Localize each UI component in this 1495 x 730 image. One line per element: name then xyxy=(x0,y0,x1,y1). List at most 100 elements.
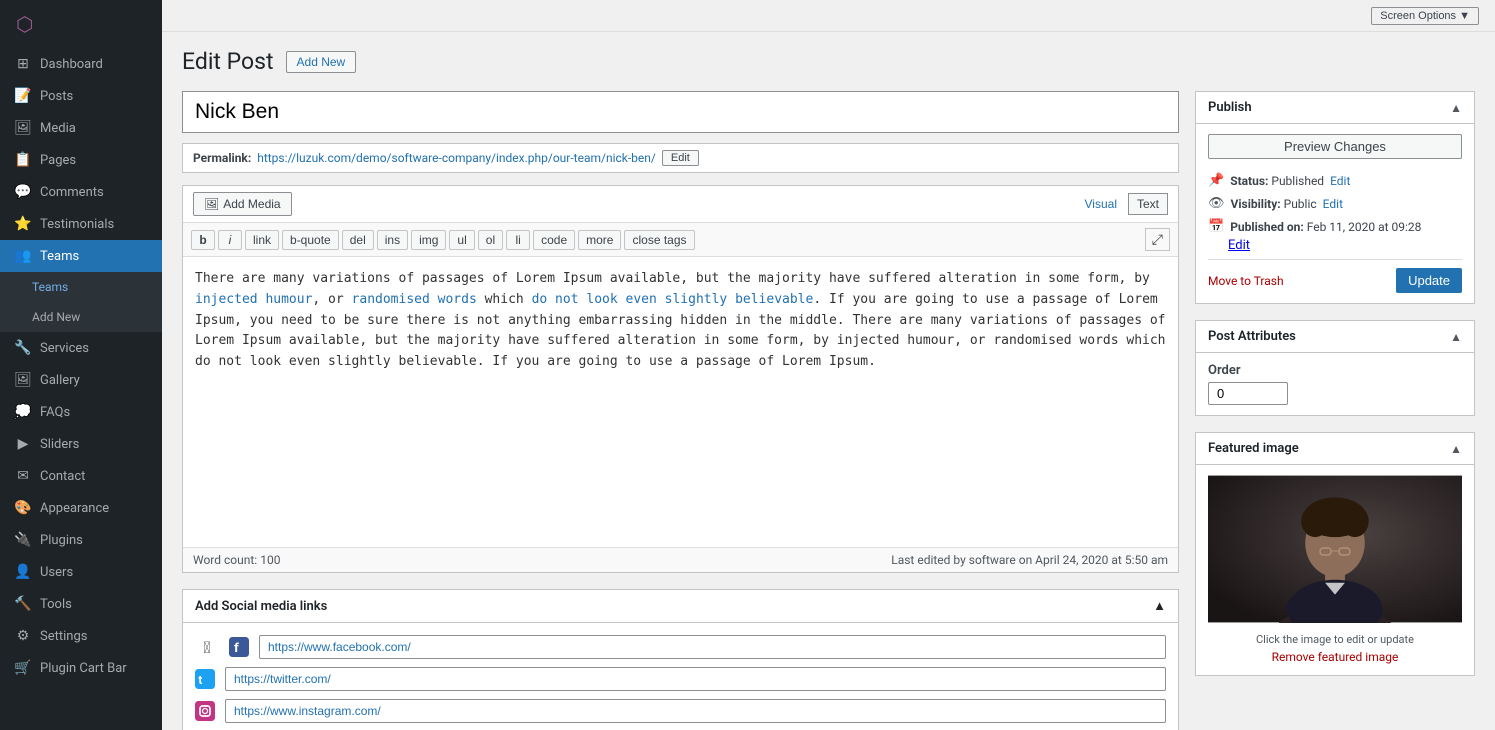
sidebar-item-plugins[interactable]: 🔌 Plugins xyxy=(0,524,162,556)
code-button[interactable]: code xyxy=(533,230,575,250)
featured-image-svg xyxy=(1208,475,1462,623)
screen-options-button[interactable]: Screen Options ▼ xyxy=(1371,7,1479,25)
close-tags-button[interactable]: close tags xyxy=(624,230,694,250)
visibility-row: 👁 Visibility: Public Edit xyxy=(1208,192,1462,215)
visual-tab[interactable]: Visual xyxy=(1076,193,1126,215)
sliders-icon: ▶ xyxy=(14,436,32,452)
update-button[interactable]: Update xyxy=(1396,268,1462,293)
fullscreen-button[interactable]: ⤢ xyxy=(1145,228,1170,251)
posts-icon: 📝 xyxy=(14,88,32,104)
bquote-button[interactable]: b-quote xyxy=(282,230,339,250)
sidebar-item-tools[interactable]: 🔨 Tools xyxy=(0,588,162,620)
ol-button[interactable]: ol xyxy=(478,230,503,250)
ul-button[interactable]: ul xyxy=(449,230,474,250)
sidebar-item-testimonials[interactable]: ⭐ Testimonials xyxy=(0,208,162,240)
ins-button[interactable]: ins xyxy=(377,230,408,250)
editor-text: There are many variations of passages of… xyxy=(195,271,1166,369)
publish-panel: Publish ▲ Preview Changes 📌 Status: Publ… xyxy=(1195,91,1475,304)
twitter-input[interactable] xyxy=(225,667,1166,691)
featured-image-header[interactable]: Featured image ▲ xyxy=(1196,433,1474,465)
sidebar-item-gallery[interactable]: 🖼 Gallery xyxy=(0,364,162,396)
sidebar-item-posts[interactable]: 📝 Posts xyxy=(0,80,162,112)
add-media-button[interactable]: 🖼 Add Media xyxy=(193,192,292,216)
calendar-icon: 📅 xyxy=(1208,219,1224,234)
permalink-bar: Permalink: https://luzuk.com/demo/softwa… xyxy=(182,143,1179,173)
more-button[interactable]: more xyxy=(578,230,621,250)
instagram-svg-icon xyxy=(195,701,215,721)
status-edit-link[interactable]: Edit xyxy=(1330,174,1350,188)
sidebar-logo: ⬡ xyxy=(0,0,162,48)
word-count-label: Word count: 100 xyxy=(193,553,280,567)
status-icon: 📌 xyxy=(1208,173,1224,188)
content-area: Edit Post Add New Permalink: https://luz… xyxy=(162,32,1495,730)
svg-text:t: t xyxy=(198,673,202,687)
move-to-trash-link[interactable]: Move to Trash xyxy=(1208,274,1284,288)
remove-featured-image-link[interactable]: Remove featured image xyxy=(1272,650,1399,664)
published-edit-link[interactable]: Edit xyxy=(1228,238,1250,253)
sidebar-item-dashboard[interactable]: ⊞ Dashboard xyxy=(0,48,162,80)
featured-image-description: Click the image to edit or update xyxy=(1208,633,1462,646)
sidebar-item-teams-all[interactable]: Teams xyxy=(0,272,162,302)
permalink-edit-button[interactable]: Edit xyxy=(662,150,699,166)
status-row: 📌 Status: Published Edit xyxy=(1208,169,1462,192)
last-edited: Last edited by software on April 24, 202… xyxy=(891,553,1168,567)
post-attributes-content: Order xyxy=(1196,353,1474,415)
order-label: Order xyxy=(1208,363,1462,378)
contact-icon: ✉ xyxy=(14,468,32,484)
publish-panel-content: Preview Changes 📌 Status: Published Edit… xyxy=(1196,124,1474,303)
sidebar-item-contact[interactable]: ✉ Contact xyxy=(0,460,162,492)
sidebar: ⬡ ⊞ Dashboard 📝 Posts 🖼 Media 📋 Pages 💬 … xyxy=(0,0,162,730)
post-attributes-chevron-icon: ▲ xyxy=(1450,330,1462,344)
img-button[interactable]: img xyxy=(411,230,446,250)
status-label: Status: Published xyxy=(1230,174,1324,188)
preview-changes-button[interactable]: Preview Changes xyxy=(1208,134,1462,159)
instagram-row xyxy=(195,699,1166,723)
teams-submenu: Teams Add New xyxy=(0,272,162,332)
add-new-button[interactable]: Add New xyxy=(286,51,357,73)
bold-button[interactable]: b xyxy=(191,230,215,250)
social-media-content:  f t P xyxy=(183,623,1178,730)
publish-panel-header[interactable]: Publish ▲ xyxy=(1196,92,1474,124)
sidebar-item-media[interactable]: 🖼 Media xyxy=(0,112,162,144)
sidebar-item-appearance[interactable]: 🎨 Appearance xyxy=(0,492,162,524)
del-button[interactable]: del xyxy=(342,230,374,250)
publish-chevron-icon: ▲ xyxy=(1450,101,1462,115)
featured-image-panel: Featured image ▲ xyxy=(1195,432,1475,676)
twitter-svg-icon: t xyxy=(195,669,215,689)
visibility-edit-link[interactable]: Edit xyxy=(1323,197,1343,211)
social-media-header[interactable]: Add Social media links ▲ xyxy=(183,590,1178,623)
italic-button[interactable]: i xyxy=(218,230,242,250)
post-attributes-header[interactable]: Post Attributes ▲ xyxy=(1196,321,1474,353)
sidebar-item-plugin-cart-bar[interactable]: 🛒 Plugin Cart Bar xyxy=(0,652,162,684)
sidebar-item-users[interactable]: 👤 Users xyxy=(0,556,162,588)
published-row: 📅 Published on: Feb 11, 2020 at 09:28 xyxy=(1208,215,1462,238)
sidebar-item-pages[interactable]: 📋 Pages xyxy=(0,144,162,176)
li-button[interactable]: li xyxy=(506,230,530,250)
sidebar-item-teams-add-new[interactable]: Add New xyxy=(0,302,162,332)
sidebar-item-comments[interactable]: 💬 Comments xyxy=(0,176,162,208)
post-title-input[interactable] xyxy=(182,91,1179,133)
link-button[interactable]: link xyxy=(245,230,279,250)
sidebar-item-sliders[interactable]: ▶ Sliders xyxy=(0,428,162,460)
editor-toolbar-top: 🖼 Add Media Visual Text xyxy=(183,186,1178,223)
publish-panel-title: Publish xyxy=(1208,100,1252,115)
instagram-input[interactable] xyxy=(225,699,1166,723)
post-attributes-panel: Post Attributes ▲ Order xyxy=(1195,320,1475,416)
permalink-label: Permalink: xyxy=(193,151,251,165)
sidebar-item-settings[interactable]: ⚙ Settings xyxy=(0,620,162,652)
permalink-url[interactable]: https://luzuk.com/demo/software-company/… xyxy=(257,151,656,165)
facebook-input[interactable] xyxy=(259,635,1166,659)
sidebar-item-services[interactable]: 🔧 Services xyxy=(0,332,162,364)
sidebar-item-faqs[interactable]: 💭 FAQs xyxy=(0,396,162,428)
appearance-icon: 🎨 xyxy=(14,500,32,516)
featured-image-preview[interactable] xyxy=(1208,475,1462,627)
settings-icon: ⚙ xyxy=(14,628,32,644)
featured-image-title: Featured image xyxy=(1208,441,1299,456)
order-input[interactable] xyxy=(1208,382,1288,405)
sidebar-item-teams[interactable]: 👥 Teams xyxy=(0,240,162,272)
text-tab[interactable]: Text xyxy=(1128,193,1168,215)
testimonials-icon: ⭐ xyxy=(14,216,32,232)
editor-content[interactable]: There are many variations of passages of… xyxy=(183,257,1178,547)
gallery-icon: 🖼 xyxy=(14,372,32,388)
editor-buttons: b i link b-quote del ins img ul ol li co… xyxy=(183,223,1178,257)
